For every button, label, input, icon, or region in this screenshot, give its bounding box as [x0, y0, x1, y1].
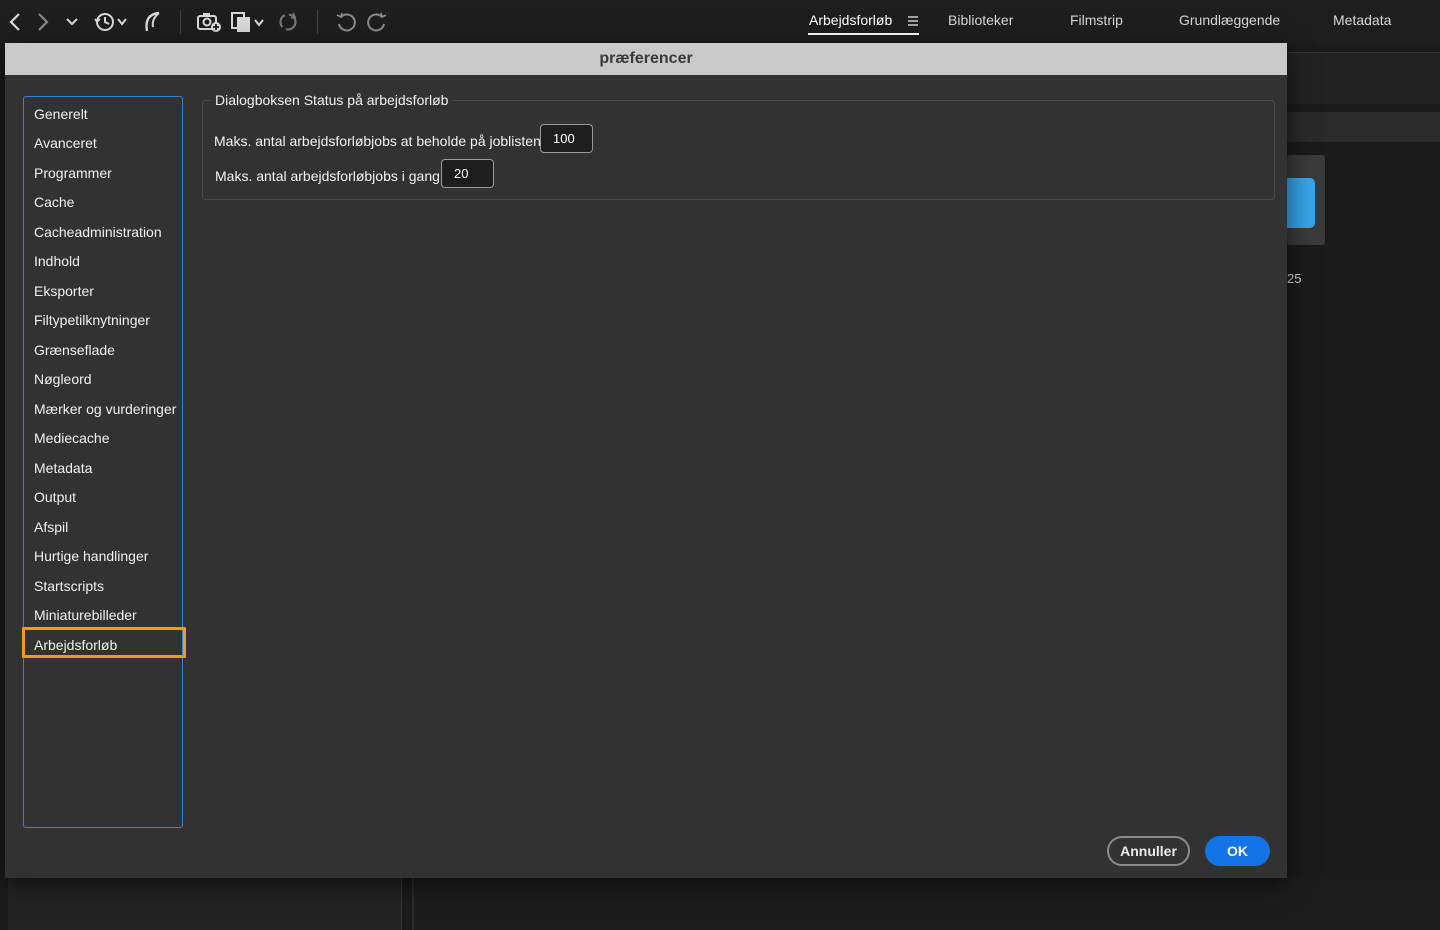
nav-item-eksporter[interactable]: Eksporter [34, 281, 94, 301]
workspace-tab-grundlaeggende[interactable]: Grundlæggende [1179, 12, 1280, 28]
cancel-button[interactable]: Annuller [1107, 836, 1190, 866]
nav-item-metadata[interactable]: Metadata [34, 458, 92, 478]
nav-item-miniaturebilleder[interactable]: Miniaturebilleder [34, 605, 137, 625]
background-item-count: 25 [1287, 271, 1302, 286]
nav-item-output[interactable]: Output [34, 487, 76, 507]
nav-item-afspil[interactable]: Afspil [34, 517, 68, 537]
nav-item-avanceret[interactable]: Avanceret [34, 133, 97, 153]
folder-icon [1287, 178, 1315, 228]
boomerang-icon[interactable] [140, 8, 164, 36]
max-jobs-running-label: Maks. antal arbejdsforløbjobs i gang [215, 168, 440, 184]
workspace-tab-metadata[interactable]: Metadata [1333, 12, 1391, 28]
chevron-down-icon[interactable] [63, 8, 81, 36]
nav-item-cacheadministration[interactable]: Cacheadministration [34, 222, 162, 242]
preferences-category-list[interactable]: Generelt Avanceret Programmer Cache Cach… [22, 96, 186, 828]
preferences-dialog: præferencer Generelt Avanceret Programme… [5, 43, 1287, 878]
background-panel [1287, 52, 1440, 104]
nav-item-startscripts[interactable]: Startscripts [34, 576, 104, 596]
rotate-left-icon[interactable] [334, 8, 358, 36]
back-icon[interactable] [4, 8, 26, 36]
workflow-status-group: Dialogboksen Status på arbejdsforløb Mak… [202, 92, 1275, 200]
nav-item-generelt[interactable]: Generelt [34, 104, 88, 124]
workspace-tab-arbejdsforlob[interactable]: Arbejdsforløb [809, 12, 892, 28]
nav-item-graenseflade[interactable]: Grænseflade [34, 340, 115, 360]
dialog-titlebar[interactable]: præferencer [5, 43, 1287, 75]
max-jobs-keep-label: Maks. antal arbejdsforløbjobs at beholde… [214, 133, 541, 149]
background-panel-header [1287, 112, 1440, 142]
workspace-tab-filmstrip[interactable]: Filmstrip [1070, 12, 1123, 28]
nav-item-maerker-og-vurderinger[interactable]: Mærker og vurderinger [34, 399, 176, 419]
app-toolbar: Arbejdsforløb Biblioteker Filmstrip Grun… [0, 0, 1440, 44]
active-workspace-underline [808, 33, 919, 35]
background-bottom-left-panel [8, 878, 402, 930]
nav-item-arbejdsforlob[interactable]: Arbejdsforløb [34, 635, 117, 655]
workspace-menu-icon[interactable] [907, 14, 919, 32]
max-jobs-running-input[interactable] [441, 159, 494, 188]
nav-item-mediecache[interactable]: Mediecache [34, 428, 110, 448]
nav-item-programmer[interactable]: Programmer [34, 163, 112, 183]
refresh-icon[interactable] [276, 8, 300, 36]
nav-item-hurtige-handlinger[interactable]: Hurtige handlinger [34, 546, 148, 566]
dialog-title: præferencer [599, 50, 693, 67]
nav-item-noegleord[interactable]: Nøgleord [34, 369, 92, 389]
nav-item-filtypetilknytninger[interactable]: Filtypetilknytninger [34, 310, 150, 330]
camera-import-icon[interactable] [196, 8, 222, 36]
ok-button[interactable]: OK [1205, 836, 1270, 866]
max-jobs-keep-input[interactable] [540, 124, 593, 153]
group-legend: Dialogboksen Status på arbejdsforløb [211, 92, 453, 108]
rotate-right-icon[interactable] [365, 8, 389, 36]
forward-icon[interactable] [32, 8, 54, 36]
recent-history-icon[interactable] [92, 8, 130, 36]
nav-item-indhold[interactable]: Indhold [34, 251, 80, 271]
background-bottom-right-panel [412, 878, 1440, 930]
copy-files-icon[interactable] [229, 8, 267, 36]
workspace-tab-biblioteker[interactable]: Biblioteker [948, 12, 1013, 28]
nav-item-cache[interactable]: Cache [34, 192, 74, 212]
